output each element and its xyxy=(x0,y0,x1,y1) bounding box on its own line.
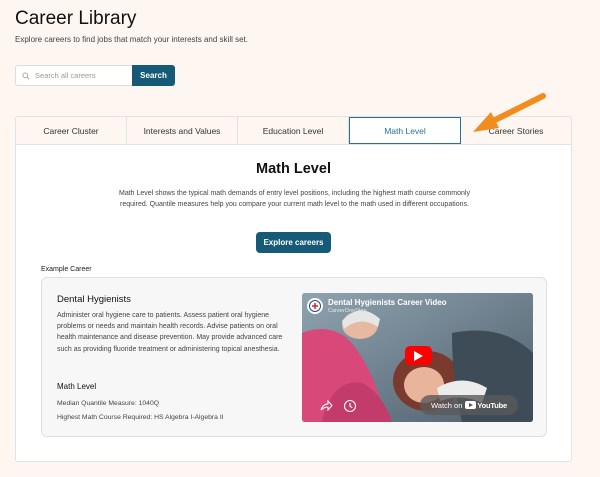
watch-on-youtube-button[interactable]: Watch on YouTube xyxy=(420,395,518,415)
search-field[interactable] xyxy=(15,65,132,86)
section-title: Math Level xyxy=(256,161,331,177)
career-name: Dental Hygienists xyxy=(57,294,131,305)
tab-math-level[interactable]: Math Level xyxy=(349,117,461,144)
highest-math-course: Highest Math Course Required: HS Algebra… xyxy=(57,414,224,421)
video-title[interactable]: Dental Hygienists Career Video xyxy=(328,298,447,307)
page-subtitle: Explore careers to find jobs that match … xyxy=(15,35,248,44)
math-level-heading: Math Level xyxy=(57,382,97,391)
search-input[interactable] xyxy=(35,71,125,80)
arrow-icon xyxy=(473,93,546,132)
search-bar: Search xyxy=(15,65,175,86)
career-description: Administer oral hygiene care to patients… xyxy=(57,312,283,353)
share-icon[interactable] xyxy=(319,399,333,413)
page-title: Career Library xyxy=(15,8,137,29)
video-channel-name[interactable]: CareerOneStop xyxy=(328,308,367,314)
explore-careers-button[interactable]: Explore careers xyxy=(256,232,331,253)
watch-on-label: Watch on xyxy=(431,400,463,410)
channel-logo-icon xyxy=(309,300,321,312)
tab-education-level[interactable]: Education Level xyxy=(238,117,349,144)
quantile-measure: Median Quantile Measure: 1040Q xyxy=(57,400,160,407)
youtube-play-icon xyxy=(465,401,477,409)
section-description: Math Level shows the typical math demand… xyxy=(119,190,470,208)
tab-career-cluster[interactable]: Career Cluster xyxy=(16,117,127,144)
clock-icon[interactable] xyxy=(343,399,357,413)
youtube-logo: YouTube xyxy=(465,401,507,410)
youtube-wordmark: YouTube xyxy=(477,400,507,410)
career-filter-card: Career Cluster Interests and Values Educ… xyxy=(15,116,572,462)
example-career-card: Dental Hygienists Administer oral hygien… xyxy=(41,277,547,437)
video-player[interactable]: Dental Hygienists Career Video CareerOne… xyxy=(302,293,533,422)
tab-interests-and-values[interactable]: Interests and Values xyxy=(127,117,238,144)
play-icon xyxy=(414,350,423,361)
search-icon xyxy=(22,72,30,79)
play-button[interactable] xyxy=(405,346,432,365)
search-button[interactable]: Search xyxy=(132,65,175,86)
channel-avatar[interactable] xyxy=(307,298,323,314)
example-career-label: Example Career xyxy=(41,266,92,273)
